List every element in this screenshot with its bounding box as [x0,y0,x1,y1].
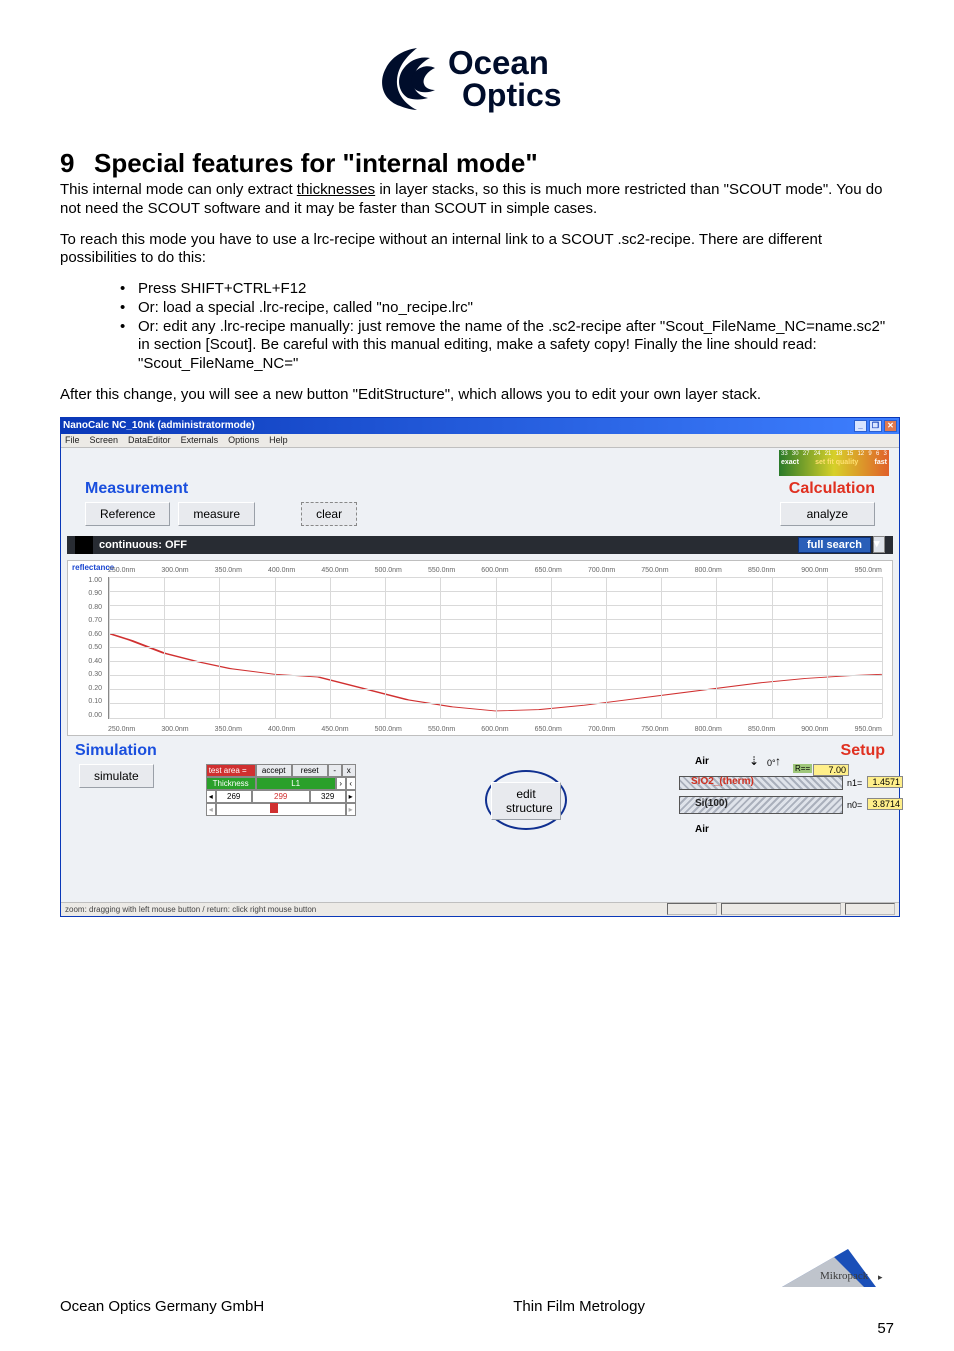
fit-quality-indicator[interactable]: 333027 242118 15129 63 exact set fit qua… [779,450,889,476]
thickness-row-label: Thickness [206,777,256,790]
slider-left[interactable]: ◂ [206,803,216,816]
status-cell [721,903,841,915]
section-number: 9 [60,148,94,179]
layer-sio2-label: SiO2_(therm) [691,776,754,787]
setup-heading: Setup [841,742,885,760]
thickness-spin-left[interactable]: ‹ [346,777,356,790]
spin-left-icon[interactable]: ◂ [206,790,216,803]
bullet-item: Press SHIFT+CTRL+F12 [120,280,894,299]
continuous-indicator [75,536,93,554]
simulate-button[interactable]: simulate [79,764,154,788]
thickness-slider-thumb[interactable] [270,803,278,813]
ocean-optics-logo: Ocean Optics [372,30,582,124]
logo-text-2: Optics [462,77,562,113]
measurement-heading: Measurement [85,480,188,498]
continuous-label: continuous: OFF [99,539,187,551]
slider-right[interactable]: ▸ [346,803,356,816]
arrow-down-icon: ⇣ [749,754,759,768]
chart-x-ticks-top: 250.0nm300.0nm350.0nm400.0nm450.0nm500.0… [108,567,882,574]
status-text: zoom: dragging with left mouse button / … [65,905,316,914]
page-footer: Ocean Optics Germany GmbH Thin Film Metr… [60,1298,894,1315]
menu-externals[interactable]: Externals [181,435,219,445]
r-value: 7.00 [813,764,849,776]
menu-help[interactable]: Help [269,435,288,445]
section-title-text: Special features for "internal mode" [94,148,538,179]
n1-label: n1= [847,778,862,788]
layer-stack-diagram: edit structure Air ⇣ ↑ 0° R== 7.00 SiO2_… [583,764,893,874]
calculation-heading: Calculation [789,480,875,498]
layer-si100-label: Si(100) [695,798,728,809]
menubar: File Screen DataEditor Externals Options… [61,434,899,448]
accept-cell[interactable]: accept [256,764,292,777]
page-number: 57 [877,1320,894,1337]
reflectance-chart[interactable]: reflectance 250.0nm300.0nm350.0nm400.0nm… [67,560,893,736]
chart-y-ticks: 1.000.900.800.700.600.500.400.300.200.10… [78,577,102,719]
edit-structure-button[interactable]: edit structure [491,782,561,820]
thickness-panel: test area = accept reset - x Thickness L… [206,764,356,816]
n0-value: 3.8714 [867,798,903,810]
footer-mid: Thin Film Metrology [513,1298,645,1315]
thickness-max[interactable]: 329 [310,790,346,803]
status-cell [845,903,895,915]
chart-axes [108,577,882,719]
bullet-item: Or: load a special .lrc-recipe, called "… [120,299,894,318]
measure-button[interactable]: measure [178,502,255,526]
full-search-dropdown-icon[interactable]: ▾ [873,536,885,553]
nanocalc-window: NanoCalc NC_10nk (administratormode) _ ❐… [60,417,900,917]
simulation-heading: Simulation [75,742,157,760]
brand-logo: Ocean Optics [60,30,894,128]
menu-dataeditor[interactable]: DataEditor [128,435,171,445]
thickness-min[interactable]: 269 [216,790,252,803]
menu-screen[interactable]: Screen [90,435,119,445]
minimize-icon[interactable]: _ [854,420,867,432]
thickness-l1: L1 [256,777,336,790]
intro-paragraph-3: After this change, you will see a new bu… [60,386,894,405]
n0-label: n0= [847,800,862,810]
window-title: NanoCalc NC_10nk (administratormode) [63,420,255,431]
section-heading: 9 Special features for "internal mode" [60,148,894,179]
thickness-value[interactable]: 299 [252,790,310,803]
instruction-list: Press SHIFT+CTRL+F12 Or: load a special … [120,280,894,374]
test-area-header: test area = [206,764,256,777]
intro-paragraph-2: To reach this mode you have to use a lrc… [60,231,894,269]
status-cell [667,903,717,915]
close-icon[interactable]: ✕ [884,420,897,432]
titlebar: NanoCalc NC_10nk (administratormode) _ ❐… [61,418,899,434]
svg-text:Mikropack: Mikropack [820,1270,869,1282]
n1-value: 1.4571 [867,776,903,788]
footer-left: Ocean Optics Germany GmbH [60,1298,264,1315]
reset-cell[interactable]: reset [292,764,328,777]
maximize-icon[interactable]: ❐ [869,420,882,432]
angle-label: 0° [767,758,776,768]
clear-button[interactable]: clear [301,502,357,526]
r-label: R== [793,764,812,773]
svg-text:▸: ▸ [878,1272,883,1282]
mikropack-logo: Mikropack ▸ [780,1243,890,1291]
thickness-dash: - [328,764,342,777]
full-search-button[interactable]: full search [798,537,871,553]
stack-air-bottom: Air [695,824,709,835]
logo-text-1: Ocean [448,44,549,81]
continuous-bar: continuous: OFF full search ▾ [67,536,893,554]
analyze-button[interactable]: analyze [780,502,875,526]
reference-button[interactable]: Reference [85,502,170,526]
intro-paragraph-1: This internal mode can only extract thic… [60,181,894,219]
status-bar: zoom: dragging with left mouse button / … [61,902,899,916]
bullet-item: Or: edit any .lrc-recipe manually: just … [120,318,894,374]
chart-x-ticks-bottom: 250.0nm300.0nm350.0nm400.0nm450.0nm500.0… [108,726,882,733]
stack-air-top: Air [695,756,709,767]
thickness-x-cell[interactable]: x [342,764,356,777]
spin-right-icon[interactable]: ▸ [346,790,356,803]
underlined-word: thicknesses [297,181,375,198]
menu-options[interactable]: Options [228,435,259,445]
menu-file[interactable]: File [65,435,80,445]
thickness-spin-right[interactable]: › [336,777,346,790]
